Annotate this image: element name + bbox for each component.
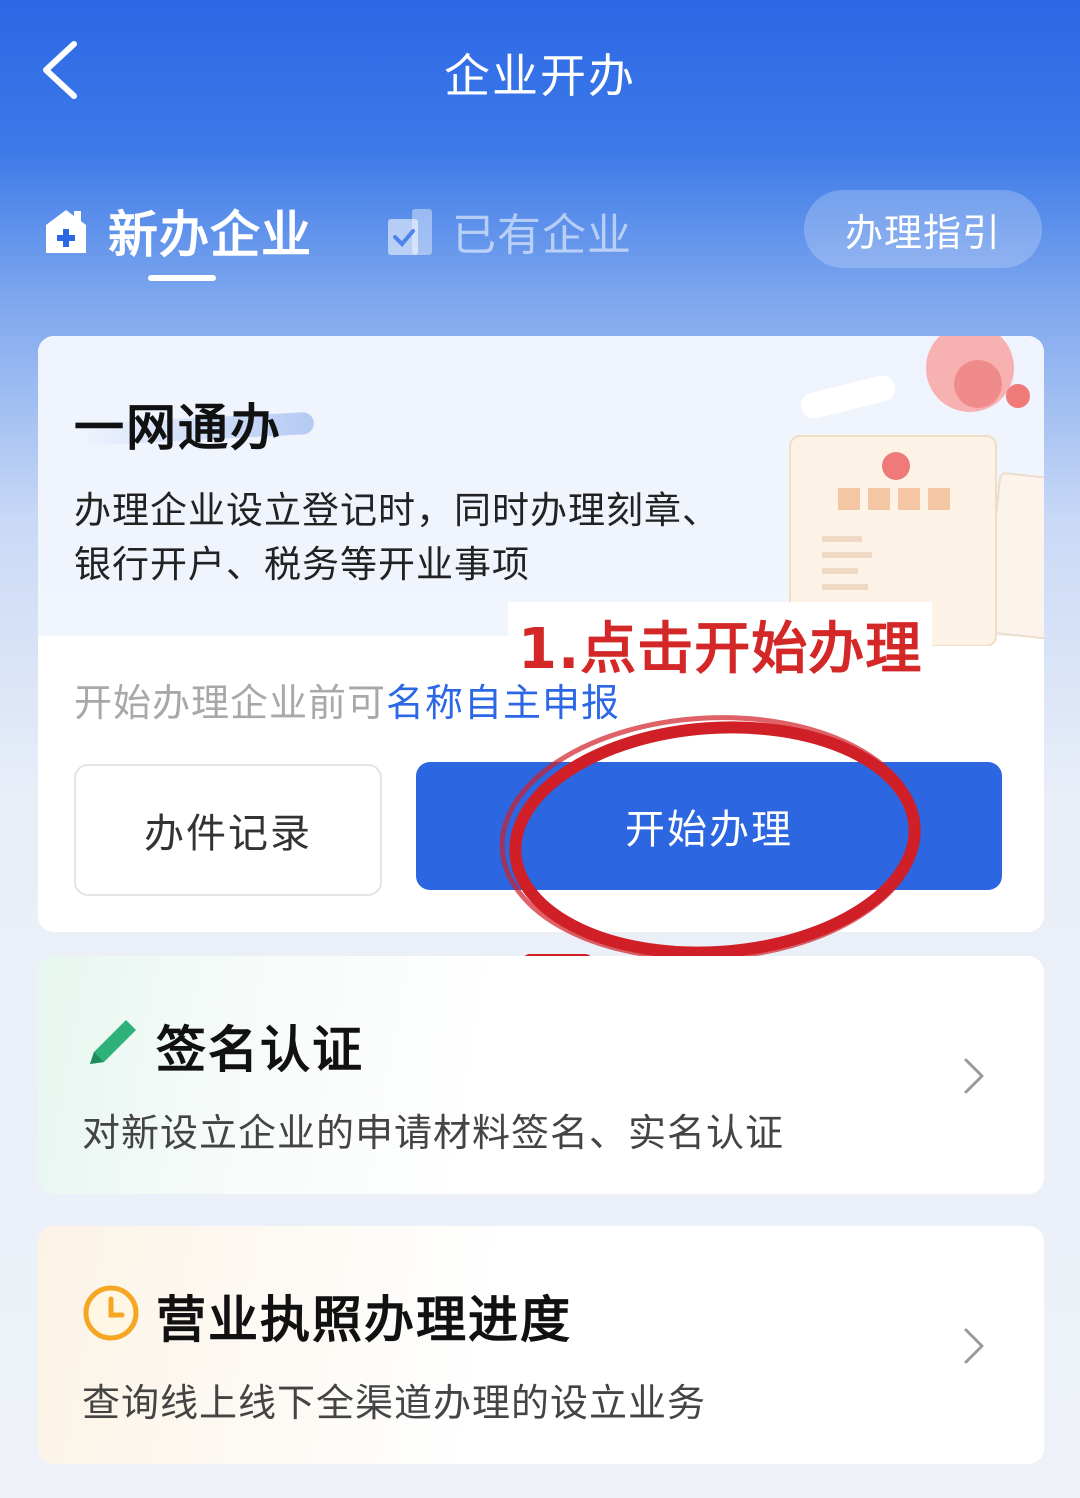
document-illustration-icon — [789, 336, 1044, 646]
top-bar: 企业开办 — [0, 0, 1080, 140]
name-declaration-link[interactable]: 名称自主申报 — [386, 681, 620, 725]
tab-new-company[interactable]: 新办企业 — [44, 195, 312, 267]
guide-button[interactable]: 办理指引 — [804, 190, 1042, 268]
pencil-icon — [90, 1020, 136, 1064]
signature-auth-title: 签名认证 — [156, 1021, 364, 1079]
signature-auth-card[interactable]: 签名认证 对新设立企业的申请材料签名、实名认证 — [38, 956, 1044, 1194]
license-progress-card[interactable]: 营业执照办理进度 查询线上线下全渠道办理的设立业务 — [38, 1226, 1044, 1464]
clock-icon — [83, 1285, 139, 1341]
hint-text: 开始办理企业前可名称自主申报 — [74, 672, 620, 727]
tab-bar: 新办企业 已有企业 办理指引 — [0, 185, 1080, 285]
chevron-right-icon — [964, 1058, 984, 1094]
records-button[interactable]: 办件记录 — [74, 764, 382, 896]
tab-new-company-label: 新办企业 — [108, 206, 312, 264]
card-title: 一网通办 — [74, 399, 282, 457]
license-progress-description: 查询线上线下全渠道办理的设立业务 — [82, 1381, 707, 1425]
tab-active-indicator — [148, 275, 216, 281]
house-plus-icon — [46, 210, 86, 253]
card-description: 办理企业设立登记时，同时办理刻章、银行开户、税务等开业事项 — [74, 489, 720, 586]
signature-auth-description: 对新设立企业的申请材料签名、实名认证 — [82, 1111, 785, 1155]
license-progress-title: 营业执照办理进度 — [156, 1291, 572, 1349]
start-processing-button[interactable]: 开始办理 — [416, 762, 1002, 890]
building-check-icon — [388, 209, 432, 255]
chevron-right-icon — [964, 1328, 984, 1364]
hint-prefix: 开始办理企业前可 — [74, 681, 387, 725]
tab-existing-company[interactable]: 已有企业 — [386, 199, 632, 263]
one-stop-card: 一网通办 办理企业设立登记时，同时办理刻章、银行开户、税务等开业事项 1.点击开… — [38, 336, 1044, 932]
page-title: 企业开办 — [444, 49, 636, 103]
tab-existing-company-label: 已有企业 — [452, 210, 632, 261]
